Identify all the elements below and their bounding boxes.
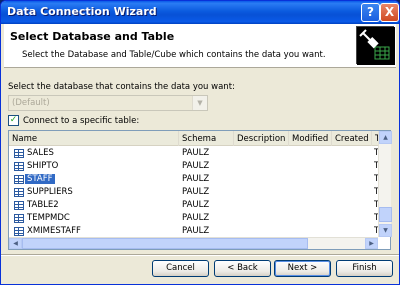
cancel-button[interactable]: Cancel	[152, 260, 209, 277]
row-name: TEMPMDC	[27, 213, 70, 223]
header-title: Select Database and Table	[10, 30, 175, 43]
table-rows: SALES PAULZ T SHIPTO PAULZ T STAFF PAULZ…	[9, 147, 379, 238]
table-icon	[14, 175, 24, 184]
next-button[interactable]: Next >	[274, 260, 331, 277]
row-schema: PAULZ	[182, 161, 210, 171]
header-subtitle: Select the Database and Table/Cube which…	[22, 50, 326, 60]
back-button[interactable]: < Back	[214, 260, 271, 277]
vertical-scroll-thumb[interactable]	[379, 207, 392, 222]
row-name: STAFF	[25, 174, 55, 184]
column-header-schema[interactable]: Schema	[179, 131, 234, 146]
dialog-window: Data Connection Wizard ? X Select Databa…	[0, 0, 400, 285]
row-schema: PAULZ	[182, 187, 210, 197]
column-header-description[interactable]: Description	[234, 131, 289, 146]
vertical-scrollbar[interactable]: ▲ ▼	[378, 131, 392, 237]
row-name: SHIPTO	[27, 161, 59, 171]
horizontal-scroll-thumb[interactable]	[22, 238, 308, 249]
row-schema: PAULZ	[182, 174, 210, 184]
table-row-selected[interactable]: STAFF PAULZ T	[9, 173, 379, 186]
finish-button[interactable]: Finish	[336, 260, 393, 277]
table-icon	[14, 201, 24, 210]
connect-table-checkbox[interactable]: ✓	[8, 115, 19, 126]
close-button[interactable]: X	[380, 3, 399, 22]
column-header-created[interactable]: Created	[332, 131, 372, 146]
row-name: XMIMESTAFF	[27, 226, 81, 236]
table-row[interactable]: SUPPLIERS PAULZ T	[9, 186, 379, 199]
scroll-left-icon[interactable]: ◀	[9, 238, 22, 249]
row-schema: PAULZ	[182, 213, 210, 223]
help-button[interactable]: ?	[361, 3, 380, 22]
table-icon	[14, 149, 24, 158]
row-schema: PAULZ	[182, 148, 210, 158]
wizard-plug-icon	[356, 26, 395, 65]
header-banner: Select Database and Table Select the Dat…	[4, 24, 396, 68]
column-header-name[interactable]: Name	[9, 131, 179, 146]
table-list[interactable]: Name Schema Description Modified Created…	[8, 130, 392, 250]
row-name: TABLE2	[27, 200, 59, 210]
table-row[interactable]: TEMPMDC PAULZ T	[9, 212, 379, 225]
chevron-down-icon[interactable]: ▼	[192, 96, 207, 110]
scroll-up-icon[interactable]: ▲	[379, 131, 392, 144]
table-icon	[14, 227, 24, 236]
window-title: Data Connection Wizard	[7, 5, 157, 18]
table-row[interactable]: TABLE2 PAULZ T	[9, 199, 379, 212]
column-header-modified[interactable]: Modified	[289, 131, 332, 146]
scroll-right-icon[interactable]: ▶	[365, 238, 378, 249]
row-name: SALES	[27, 148, 54, 158]
database-label: Select the database that contains the da…	[8, 82, 235, 92]
row-name: SUPPLIERS	[27, 187, 73, 197]
table-row[interactable]: SALES PAULZ T	[9, 147, 379, 160]
table-icon	[14, 214, 24, 223]
table-icon	[14, 188, 24, 197]
row-schema: PAULZ	[182, 200, 210, 210]
table-row[interactable]: SHIPTO PAULZ T	[9, 160, 379, 173]
table-header: Name Schema Description Modified Created…	[9, 131, 378, 146]
row-schema: PAULZ	[182, 226, 210, 236]
horizontal-scrollbar[interactable]: ◀ ▶	[9, 237, 378, 249]
database-combo-value: (Default)	[12, 98, 50, 108]
title-bar[interactable]: Data Connection Wizard ? X	[1, 1, 399, 24]
database-combo[interactable]: (Default) ▼	[8, 95, 208, 111]
table-icon	[14, 162, 24, 171]
scroll-down-icon[interactable]: ▼	[379, 224, 392, 237]
footer-separator	[1, 254, 399, 256]
connect-table-label[interactable]: Connect to a specific table:	[23, 116, 139, 126]
